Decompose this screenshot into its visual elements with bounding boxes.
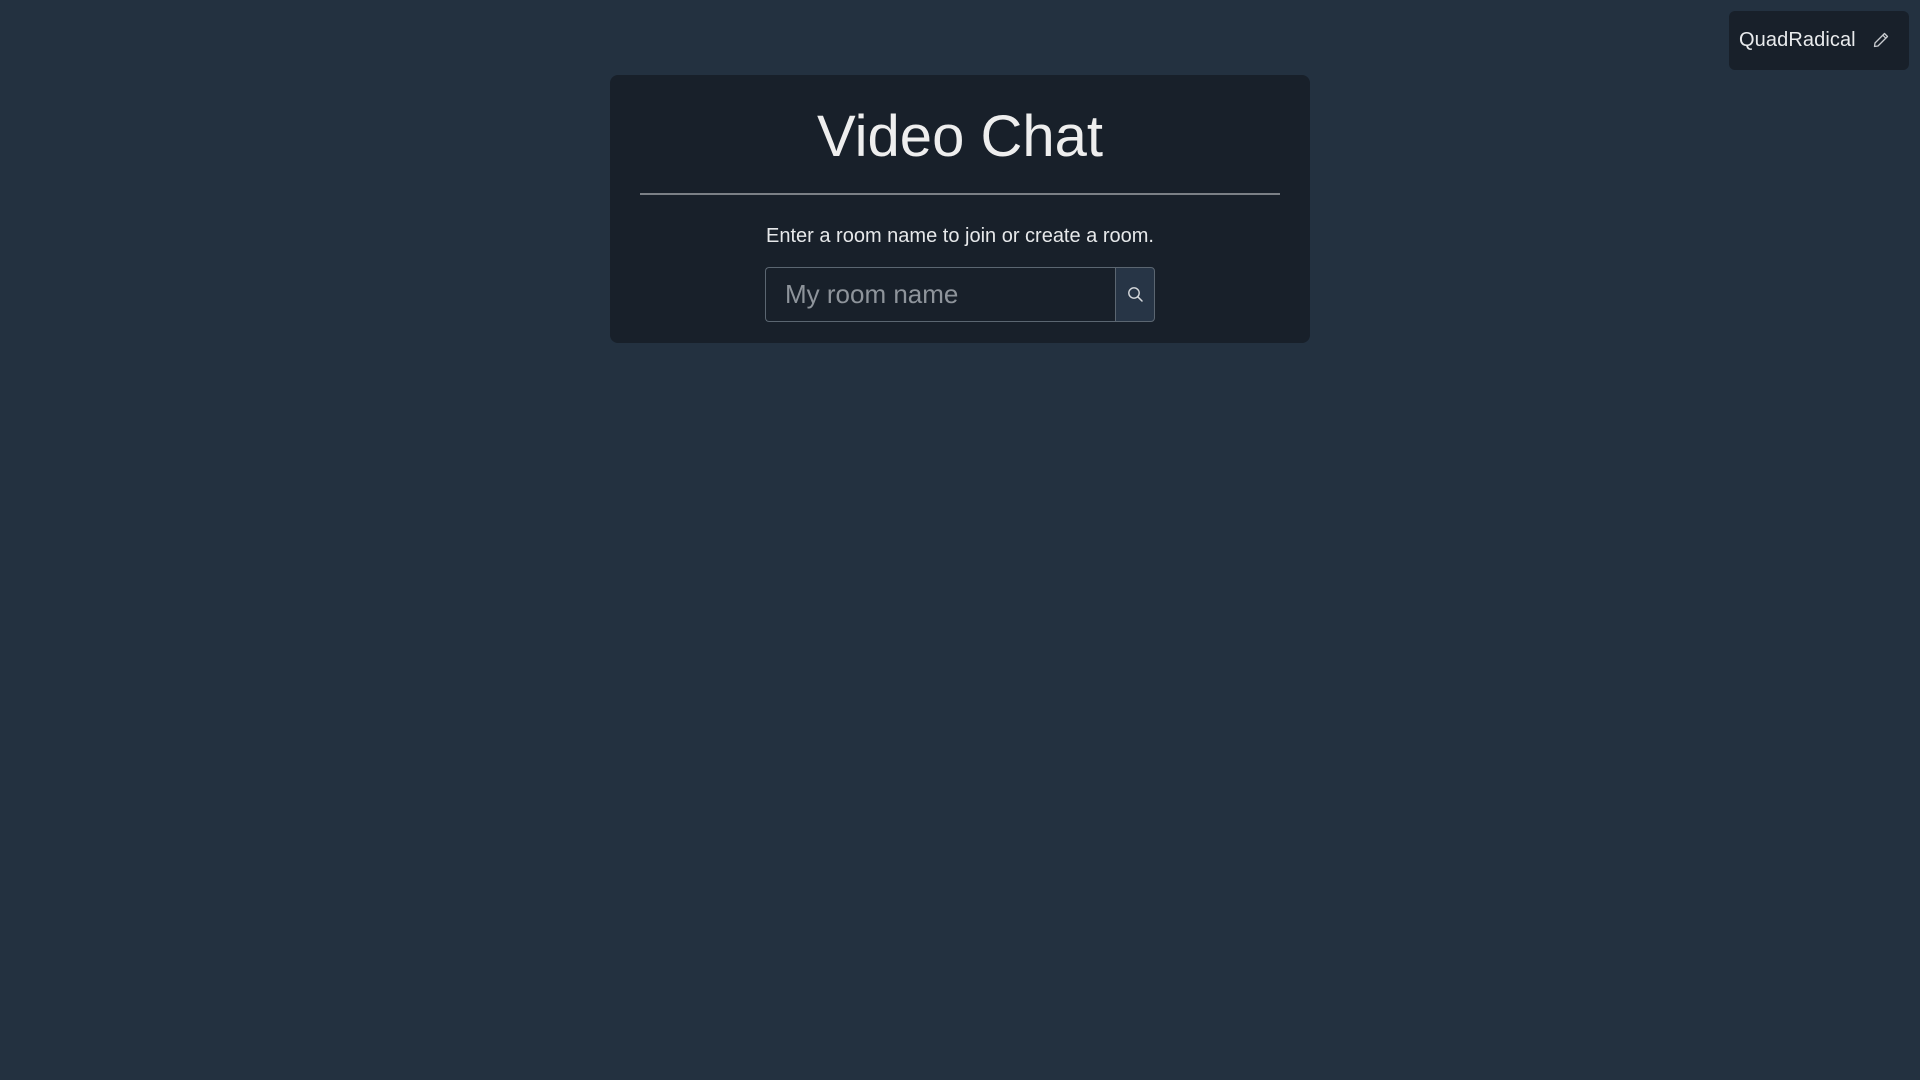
divider	[640, 193, 1280, 195]
instructions-text: Enter a room name to join or create a ro…	[766, 225, 1154, 247]
search-icon	[1127, 287, 1143, 302]
room-name-input[interactable]	[765, 267, 1115, 322]
page-title: Video Chat	[817, 104, 1103, 169]
pencil-icon	[1873, 32, 1889, 48]
user-badge: QuadRadical	[1729, 11, 1909, 70]
room-card: Video Chat Enter a room name to join or …	[610, 75, 1310, 343]
room-search-group	[765, 267, 1155, 322]
username-label: QuadRadical	[1739, 29, 1856, 51]
search-button[interactable]	[1115, 267, 1155, 322]
edit-username-button[interactable]	[1867, 26, 1895, 54]
